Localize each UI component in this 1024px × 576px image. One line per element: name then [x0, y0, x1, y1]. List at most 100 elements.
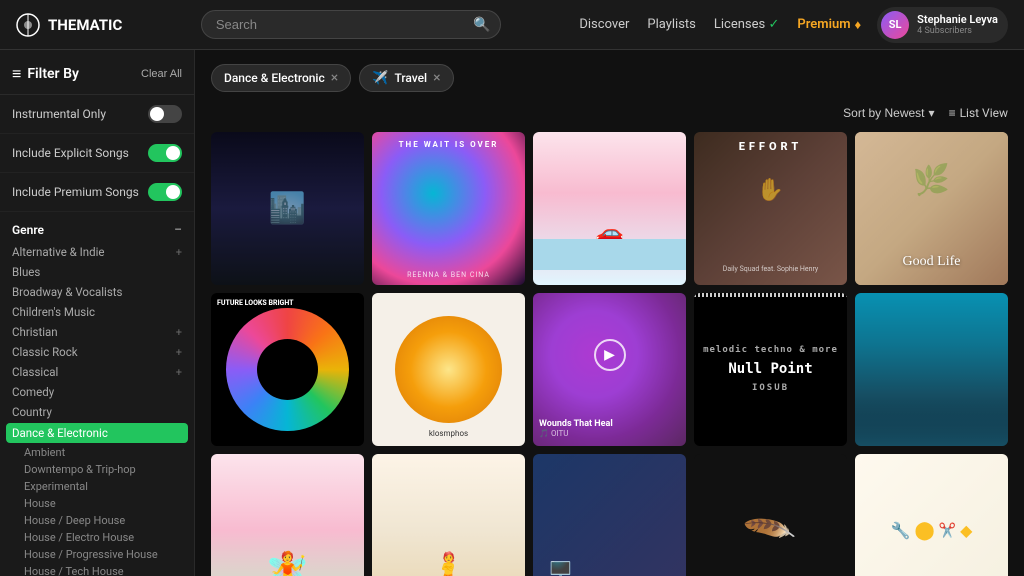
album-6-play-icon[interactable]: ▶: [270, 352, 306, 388]
album-12-play-icon[interactable]: ▶: [431, 513, 467, 549]
genre-list: Alternative & Indie+ Blues Broadway & Vo…: [0, 242, 194, 576]
genre-dance-electronic[interactable]: Dance & Electronic: [6, 423, 188, 443]
subgenre-downtempo[interactable]: Downtempo & Trip-hop: [12, 461, 182, 478]
logo-text: THEMATIC: [48, 16, 122, 34]
user-name: Stephanie Leyva: [917, 13, 998, 26]
album-item-3[interactable]: 🚗 ▶: [533, 132, 686, 285]
genre-header: Genre −: [0, 212, 194, 242]
tag-dance-label: Dance & Electronic: [224, 71, 325, 85]
filter-tags: Dance & Electronic × ✈️ Travel ×: [211, 64, 1008, 92]
logo-icon: [16, 13, 40, 37]
album-item-10[interactable]: ▶: [855, 293, 1008, 446]
explicit-toggle[interactable]: [148, 144, 182, 162]
sort-newest-button[interactable]: Sort by Newest ▾: [843, 106, 934, 120]
tag-travel-emoji: ✈️: [372, 71, 388, 86]
album-8-play-icon[interactable]: ▶: [592, 352, 628, 388]
album-item-7[interactable]: klosmphos ▶: [372, 293, 525, 446]
album-grid: 🏙️ ▶ REENNA & BEN CINA THE WAIT IS OVER …: [211, 132, 1008, 576]
main-layout: ≡ Filter By Clear All Instrumental Only …: [0, 50, 1024, 576]
album-7-play-icon[interactable]: ▶: [431, 352, 467, 388]
album-item-9[interactable]: melodic techno & more Null Point IOSUB ▶: [694, 293, 847, 446]
tag-dance-remove-icon[interactable]: ×: [331, 70, 338, 86]
premium-songs-label: Include Premium Songs: [12, 185, 139, 199]
subgenre-tech-house[interactable]: House / Tech House: [12, 563, 182, 576]
genre-blues[interactable]: Blues: [12, 262, 182, 282]
subgenre-experimental[interactable]: Experimental: [12, 478, 182, 495]
avatar: SL: [881, 11, 909, 39]
list-view-icon: ≡: [949, 106, 956, 120]
explicit-toggle-row: Include Explicit Songs: [0, 134, 194, 173]
genre-classic-rock[interactable]: Classic Rock+: [12, 342, 182, 362]
genre-country[interactable]: Country: [12, 402, 182, 422]
genre-label: Genre: [12, 223, 44, 237]
subgenre-progressive-house[interactable]: House / Progressive House: [12, 546, 182, 563]
album-14-play-icon[interactable]: ▶: [753, 513, 789, 549]
album-item-13[interactable]: 🖥️ ▶: [533, 454, 686, 576]
album-1-play-icon[interactable]: ▶: [270, 191, 306, 227]
tag-dance-electronic[interactable]: Dance & Electronic ×: [211, 64, 351, 92]
genre-childrens[interactable]: Children's Music: [12, 302, 182, 322]
clear-all-button[interactable]: Clear All: [141, 68, 182, 80]
album-9-play-icon[interactable]: ▶: [753, 352, 789, 388]
album-5-play-icon[interactable]: ▶: [914, 191, 950, 227]
album-item-12[interactable]: 🧜 ▶: [372, 454, 525, 576]
logo[interactable]: THEMATIC: [16, 13, 122, 37]
explicit-label: Include Explicit Songs: [12, 146, 129, 160]
playlists-link[interactable]: Playlists: [647, 17, 695, 32]
licenses-check-icon: ✓: [768, 17, 779, 32]
instrumental-toggle-row: Instrumental Only: [0, 95, 194, 134]
album-item-6[interactable]: FUTURE LOOKS BRIGHT ▶: [211, 293, 364, 446]
subgenre-electro-house[interactable]: House / Electro House: [12, 529, 182, 546]
album-item-4[interactable]: EFFORT Daily Squad feat. Sophie Henry ✋ …: [694, 132, 847, 285]
genre-christian[interactable]: Christian+: [12, 322, 182, 342]
album-item-5[interactable]: Good Life 🌿 ▶: [855, 132, 1008, 285]
licenses-link[interactable]: Licenses ✓: [714, 17, 780, 32]
discover-link[interactable]: Discover: [579, 17, 629, 32]
list-view-button[interactable]: ≡ List View: [949, 106, 1008, 120]
album-10-play-icon[interactable]: ▶: [914, 352, 950, 388]
genre-broadway[interactable]: Broadway & Vocalists: [12, 282, 182, 302]
top-nav: THEMATIC 🔍 Discover Playlists Licenses ✓…: [0, 0, 1024, 50]
genre-classical[interactable]: Classical+: [12, 362, 182, 382]
instrumental-toggle[interactable]: [148, 105, 182, 123]
album-4-play-icon[interactable]: ▶: [753, 191, 789, 227]
genre-comedy[interactable]: Comedy: [12, 382, 182, 402]
user-sub: 4 Subscribers: [917, 26, 998, 37]
nav-links: Discover Playlists Licenses ✓ Premium ♦: [579, 17, 861, 33]
sort-label: Sort by Newest: [843, 106, 924, 120]
tag-travel[interactable]: ✈️ Travel ×: [359, 64, 453, 92]
album-2-play-icon[interactable]: ▶: [431, 191, 467, 227]
subgenre-ambient[interactable]: Ambient: [12, 444, 182, 461]
album-item-2[interactable]: REENNA & BEN CINA THE WAIT IS OVER ▶: [372, 132, 525, 285]
album-item-11[interactable]: 🧚 ▶: [211, 454, 364, 576]
sort-chevron-icon: ▾: [929, 106, 935, 120]
premium-songs-toggle[interactable]: [148, 183, 182, 201]
list-view-label: List View: [960, 106, 1008, 120]
album-item-8[interactable]: Wounds That Heal 🎵 OITU ▶ ▶: [533, 293, 686, 446]
filter-title: ≡ Filter By: [12, 64, 79, 84]
album-3-play-icon[interactable]: ▶: [592, 191, 628, 227]
genre-alternative[interactable]: Alternative & Indie+: [12, 242, 182, 262]
album-item-15[interactable]: 🔧 ⬤ ✂️ ◆ ▶: [855, 454, 1008, 576]
user-info: Stephanie Leyva 4 Subscribers: [917, 13, 998, 37]
filter-header: ≡ Filter By Clear All: [0, 50, 194, 95]
genre-collapse-button[interactable]: −: [174, 222, 182, 238]
tag-travel-label: Travel: [394, 71, 427, 85]
subgenre-deep-house[interactable]: House / Deep House: [12, 512, 182, 529]
premium-gem-icon: ♦: [855, 17, 862, 33]
album-13-play-icon[interactable]: ▶: [592, 513, 628, 549]
search-bar: 🔍: [201, 10, 501, 39]
album-15-play-icon[interactable]: ▶: [914, 513, 950, 549]
album-item-14[interactable]: 🪶 ▶: [694, 454, 847, 576]
search-input[interactable]: [201, 10, 501, 39]
subgenre-house[interactable]: House: [12, 495, 182, 512]
premium-link[interactable]: Premium ♦: [797, 17, 861, 33]
sort-bar: Sort by Newest ▾ ≡ List View: [211, 106, 1008, 120]
filter-icon: ≡: [12, 64, 21, 84]
album-item-1[interactable]: 🏙️ ▶: [211, 132, 364, 285]
user-profile[interactable]: SL Stephanie Leyva 4 Subscribers: [877, 7, 1008, 43]
album-11-play-icon[interactable]: ▶: [270, 513, 306, 549]
search-icon: 🔍: [473, 17, 490, 33]
instrumental-label: Instrumental Only: [12, 107, 106, 121]
tag-travel-remove-icon[interactable]: ×: [433, 70, 440, 86]
